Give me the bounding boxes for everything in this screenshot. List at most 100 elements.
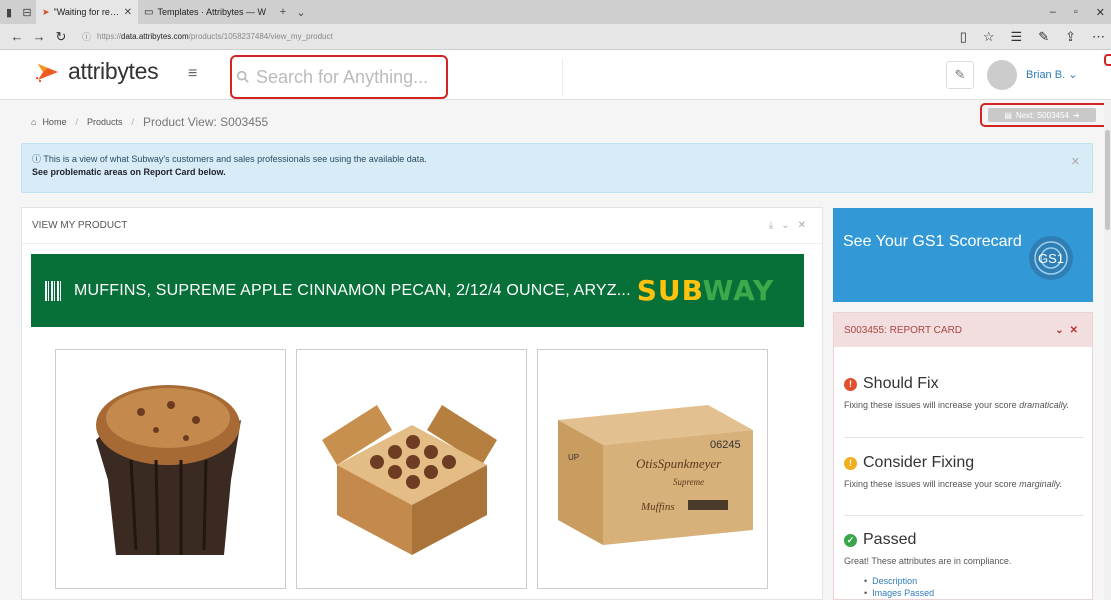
menu-hamburger-icon[interactable]: ≡ xyxy=(188,65,197,83)
download-icon[interactable]: ⤓ xyxy=(769,220,773,231)
more-options-icon[interactable]: ⋯ xyxy=(1092,29,1105,45)
close-icon[interactable]: ✕ xyxy=(1071,156,1080,169)
next-highlight: ▤ Next: S003454 ➜ xyxy=(980,103,1111,127)
product-image-open-box[interactable] xyxy=(296,349,527,589)
user-name: Brian B. xyxy=(1026,69,1066,81)
open-box-image xyxy=(322,405,497,555)
edit-icon[interactable]: ✎ xyxy=(946,61,974,89)
svg-text:Supreme: Supreme xyxy=(673,477,704,487)
svg-text:GS1: GS1 xyxy=(1038,251,1064,266)
minimize-icon[interactable]: – xyxy=(1050,6,1056,18)
close-panel-icon[interactable]: ✕ xyxy=(798,220,806,231)
barcode-icon xyxy=(45,280,62,301)
info-circle-icon: ⓘ xyxy=(82,32,92,42)
next-label: Next: S003454 xyxy=(1015,110,1069,120)
pen-icon[interactable]: ✎ xyxy=(1038,29,1049,45)
back-arrow-icon[interactable]: ← xyxy=(6,29,28,44)
browser-tab-templates[interactable]: ▭ Templates · Attribytes — W xyxy=(138,0,274,24)
breadcrumb-separator: / xyxy=(75,117,78,127)
page-scrollbar[interactable] xyxy=(1104,100,1111,600)
favorites-hub-icon[interactable]: ☰ xyxy=(1011,29,1023,45)
attribytes-favicon-icon: ➤ xyxy=(42,6,50,17)
info-icon: ⓘ xyxy=(32,154,42,164)
section-divider xyxy=(844,515,1084,516)
breadcrumb-products[interactable]: Products xyxy=(87,117,123,127)
gs1-label: See Your GS1 Scorecard xyxy=(843,233,1022,250)
svg-text:06245: 06245 xyxy=(710,439,741,451)
muffin-image xyxy=(96,385,241,556)
close-icon[interactable]: ✕ xyxy=(1070,325,1078,336)
list-icon: ▤ xyxy=(1004,110,1012,120)
gs1-scorecard-card[interactable]: See Your GS1 Scorecard GS1 xyxy=(833,208,1093,302)
browser-toolbar-right: ▯ ☆ ☰ ✎ ⇪ ⋯ xyxy=(960,24,1105,50)
tab-preview-icon[interactable]: ⊟ xyxy=(18,6,36,19)
collapse-chevron-icon[interactable]: ⌄ xyxy=(1055,325,1063,336)
close-window-icon[interactable]: ✕ xyxy=(1096,6,1105,19)
logo-arrow-icon xyxy=(36,63,58,82)
check-icon: ✓ xyxy=(844,533,857,547)
exclamation-icon: ! xyxy=(844,456,857,470)
list-item[interactable]: Images Passed xyxy=(864,587,1084,599)
breadcrumb: ⌂ Home / Products / Product View: S00345… xyxy=(31,115,268,129)
panel-tools: ⤓ ⌄ ✕ xyxy=(769,220,806,231)
browser-tab-active[interactable]: ➤ "Waiting for response fr ✕ xyxy=(36,0,138,24)
subway-logo: SUBWAY xyxy=(636,274,775,307)
svg-text:UP: UP xyxy=(568,453,579,462)
arrow-right-circle-icon: ➜ xyxy=(1072,110,1080,120)
share-icon[interactable]: ⇪ xyxy=(1065,29,1076,45)
report-card-title: S003455: REPORT CARD xyxy=(844,324,963,336)
breadcrumb-separator: / xyxy=(131,117,135,127)
breadcrumb-home[interactable]: Home xyxy=(42,117,66,127)
new-tab-icon[interactable]: + xyxy=(274,6,292,18)
passed-list: Description Images Passed xyxy=(844,575,1084,599)
svg-text:OtisSpunkmeyer: OtisSpunkmeyer xyxy=(636,456,722,471)
url-prefix: https:// xyxy=(97,32,122,41)
header-divider xyxy=(562,58,563,96)
panel-title: VIEW MY PRODUCT xyxy=(32,220,128,231)
favorite-star-icon[interactable]: ☆ xyxy=(983,29,995,45)
passed-section: ✓ Passed Great! These attributes are in … xyxy=(844,531,1084,599)
info-line2: See problematic areas on Report Card bel… xyxy=(32,167,226,177)
product-image-closed-box[interactable]: UP 06245 OtisSpunkmeyer Supreme Muffins xyxy=(537,349,768,589)
window-controls: – ▫ ✕ xyxy=(1050,0,1105,24)
info-line1: This is a view of what Subway's customer… xyxy=(43,154,427,164)
tab-title: "Waiting for response fr xyxy=(53,7,120,17)
product-image-muffin[interactable] xyxy=(55,349,286,589)
url-field[interactable]: ⓘ https://data.attribytes.com/products/1… xyxy=(82,28,942,46)
search-icon xyxy=(236,70,249,83)
browser-address-bar: ← → ↻ ⓘ https://data.attribytes.com/prod… xyxy=(0,24,1111,50)
should-fix-desc: Fixing these issues will increase your s… xyxy=(844,400,1017,410)
attribytes-logo[interactable]: attribytes xyxy=(36,58,159,85)
report-card-tools: ⌄ ✕ xyxy=(1055,325,1078,336)
collapse-chevron-icon[interactable]: ⌄ xyxy=(781,220,789,231)
consider-fixing-section: ! Consider Fixing Fixing these issues wi… xyxy=(844,454,1084,490)
close-tab-icon[interactable]: ✕ xyxy=(124,7,132,18)
app-header: attribytes ≡ ✎ Brian B. ⌄ xyxy=(0,50,1111,100)
forward-arrow-icon[interactable]: → xyxy=(28,29,50,44)
list-item[interactable]: Description xyxy=(864,575,1084,587)
highlight-marker xyxy=(1104,54,1111,66)
tab-actions-icon[interactable]: ▮ xyxy=(0,6,18,19)
reading-view-icon[interactable]: ▯ xyxy=(960,29,967,45)
page-favicon-icon: ▭ xyxy=(144,6,154,18)
product-banner: MUFFINS, SUPREME APPLE CINNAMON PECAN, 2… xyxy=(31,254,804,327)
maximize-icon[interactable]: ▫ xyxy=(1074,6,1078,18)
search-input[interactable] xyxy=(256,66,446,88)
consider-fixing-desc: Fixing these issues will increase your s… xyxy=(844,479,1017,489)
refresh-icon[interactable]: ↻ xyxy=(50,29,72,45)
product-title: MUFFINS, SUPREME APPLE CINNAMON PECAN, 2… xyxy=(74,281,631,299)
consider-fixing-title: Consider Fixing xyxy=(863,454,975,471)
user-menu[interactable]: Brian B. ⌄ xyxy=(1026,68,1077,81)
breadcrumb-current: Product View: S003455 xyxy=(143,115,269,129)
exclamation-icon: ! xyxy=(844,377,857,391)
closed-box-image: UP 06245 OtisSpunkmeyer Supreme Muffins xyxy=(558,405,753,545)
should-fix-emphasis: dramatically. xyxy=(1019,400,1069,410)
browser-tab-bar: ▮ ⊟ ➤ "Waiting for response fr ✕ ▭ Templ… xyxy=(0,0,1111,24)
home-icon: ⌂ xyxy=(31,117,37,127)
tab-list-chevron-icon[interactable]: ⌄ xyxy=(292,6,310,19)
next-product-button[interactable]: ▤ Next: S003454 ➜ xyxy=(988,108,1096,122)
scrollbar-thumb[interactable] xyxy=(1105,130,1110,230)
search-box xyxy=(230,55,448,99)
passed-title: Passed xyxy=(863,531,917,548)
avatar[interactable] xyxy=(987,60,1017,90)
